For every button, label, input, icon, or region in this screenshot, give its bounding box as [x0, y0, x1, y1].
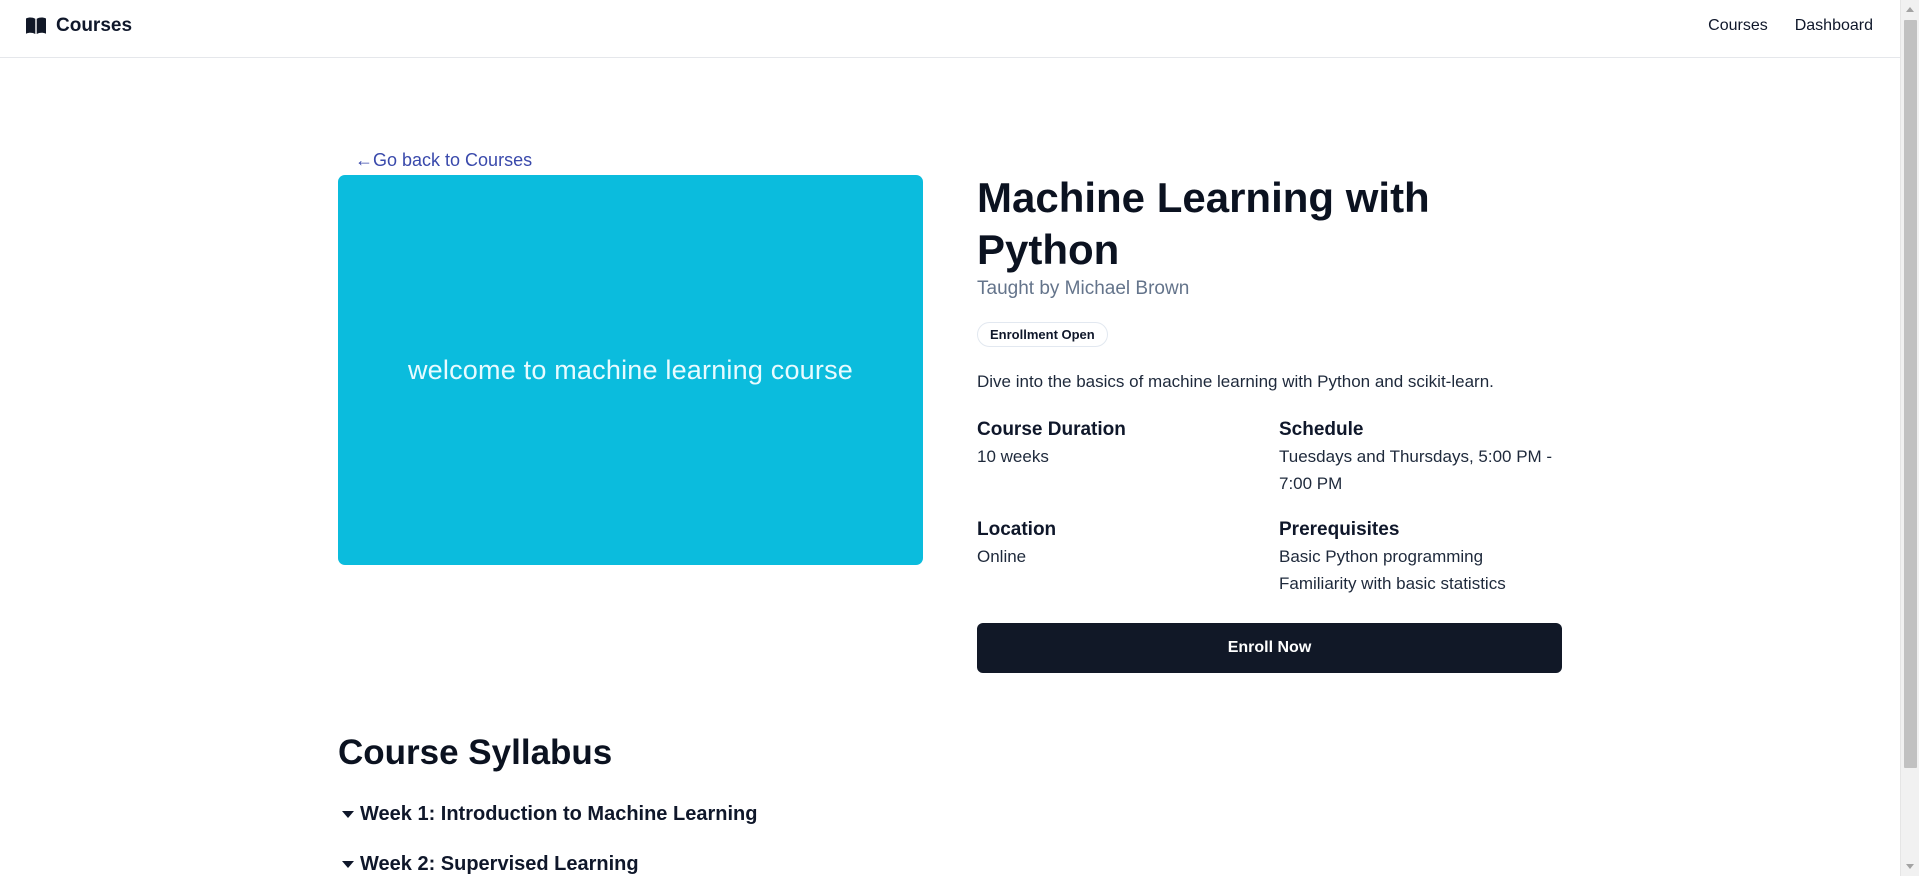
back-to-courses-link[interactable]: ←Go back to Courses — [355, 150, 532, 171]
top-navbar: Courses Courses Dashboard — [0, 0, 1900, 58]
syllabus-week-2-toggle[interactable]: Week 2: Supervised Learning — [342, 853, 639, 876]
schedule-value: Tuesdays and Thursdays, 5:00 PM - 7:00 P… — [1279, 447, 1553, 493]
syllabus-week-1-toggle[interactable]: Week 1: Introduction to Machine Learning — [342, 803, 757, 826]
prerequisite-item: Familiarity with basic statistics — [1279, 574, 1506, 593]
brand-label: Courses — [56, 15, 133, 36]
location-label: Location — [977, 519, 1057, 540]
caret-down-icon — [342, 861, 354, 868]
duration-label: Course Duration — [977, 419, 1126, 440]
location-value: Online — [977, 547, 1027, 566]
scrollbar-thumb[interactable] — [1904, 20, 1917, 768]
status-badge: Enrollment Open — [977, 322, 1108, 347]
schedule-block: Schedule Tuesdays and Thursdays, 5:00 PM… — [1279, 417, 1562, 497]
week-title: Week 2: Supervised Learning — [360, 853, 639, 875]
caret-down-icon — [342, 811, 354, 818]
prerequisites-block: Prerequisites Basic Python programming F… — [1279, 517, 1562, 597]
nav-link-courses[interactable]: Courses — [1708, 17, 1768, 35]
prerequisite-item: Basic Python programming — [1279, 547, 1484, 566]
scroll-down-arrow-icon[interactable] — [1906, 864, 1914, 869]
schedule-label: Schedule — [1279, 419, 1364, 440]
brand-link[interactable]: Courses — [26, 15, 132, 37]
syllabus-title: Course Syllabus — [338, 733, 613, 772]
duration-block: Course Duration 10 weeks — [977, 417, 1279, 497]
book-open-icon — [26, 17, 46, 35]
nav-link-dashboard[interactable]: Dashboard — [1795, 17, 1873, 35]
duration-value: 10 weeks — [977, 447, 1049, 466]
hero-text: welcome to machine learning course — [407, 354, 854, 385]
course-title: Machine Learning with Python — [977, 174, 1430, 273]
location-block: Location Online — [977, 517, 1279, 597]
course-hero-image: welcome to machine learning course — [338, 175, 923, 565]
instructor-name: Taught by Michael Brown — [977, 278, 1190, 299]
course-details: Course Duration 10 weeks Schedule Tuesda… — [977, 417, 1562, 597]
week-title: Week 1: Introduction to Machine Learning — [360, 803, 758, 825]
scroll-up-arrow-icon[interactable] — [1906, 7, 1914, 12]
prerequisites-label: Prerequisites — [1279, 519, 1400, 540]
enroll-now-button[interactable]: Enroll Now — [977, 623, 1562, 673]
page-scrollbar[interactable] — [1900, 0, 1919, 876]
course-description: Dive into the basics of machine learning… — [977, 372, 1494, 391]
nav-links: Courses Dashboard — [1708, 17, 1873, 35]
course-info: Machine Learning with Python Taught by M… — [977, 172, 1562, 673]
